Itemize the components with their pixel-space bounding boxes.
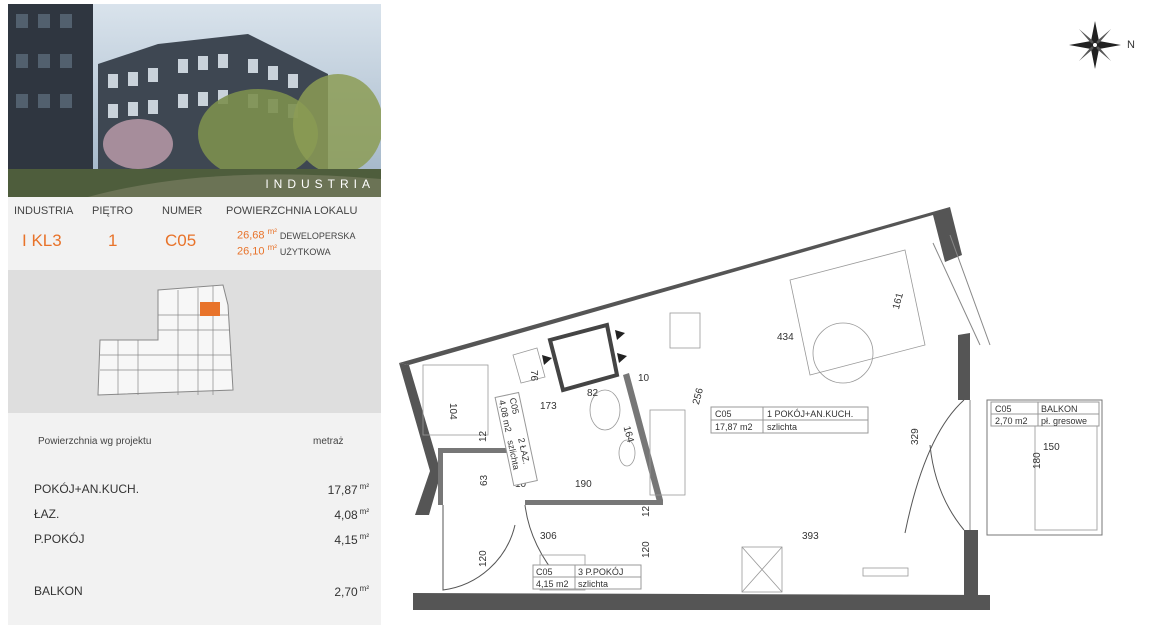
floor-plan: 161 434 256 76 82 10 104 173 164 12 63 1… — [395, 195, 1115, 620]
svg-text:C05: C05 — [536, 567, 553, 577]
unit-highlight — [200, 302, 220, 316]
table-unit-header: metraż — [313, 436, 344, 447]
dim-190: 190 — [575, 479, 592, 490]
unit-info: INDUSTRIA PIĘTRO NUMER POWIERZCHNIA LOKA… — [8, 197, 381, 270]
table-row: ŁAZ. 4,08 m² — [34, 507, 369, 522]
area-table: Powierzchnia wg projektu metraż POKÓJ+AN… — [8, 413, 381, 625]
dim-393: 393 — [802, 531, 819, 542]
svg-text:3 P.POKÓJ: 3 P.POKÓJ — [578, 567, 623, 577]
svg-text:pł. gresowe: pł. gresowe — [1041, 416, 1087, 426]
dim-434: 434 — [777, 332, 794, 343]
dim-76: 76 — [528, 370, 539, 382]
svg-text:szlichta: szlichta — [767, 422, 797, 432]
dim-161: 161 — [891, 291, 906, 310]
dim-10a: 10 — [638, 373, 650, 384]
unit-number: C05 — [165, 231, 197, 250]
floor-key-plan — [8, 270, 381, 413]
left-panel: INDUSTRIA INDUSTRIA PIĘTRO NUMER POWIERZ… — [8, 4, 381, 625]
room-label-bath: C05 2 ŁAZ. 4,08 m2 szlichta — [494, 391, 538, 487]
dim-256: 256 — [691, 387, 706, 406]
dim-173: 173 — [540, 401, 557, 412]
dim-12a: 12 — [478, 430, 489, 442]
svg-text:C05: C05 — [715, 409, 732, 419]
room-label-balcony: C05 BALKON 2,70 m2 pł. gresowe — [990, 401, 1100, 427]
table-row: BALKON 2,70 m² — [34, 584, 369, 599]
compass-rose-icon: N — [1065, 17, 1145, 73]
area-usable: 26,10 m² UŻYTKOWA — [237, 243, 331, 258]
building-code: I KL3 — [22, 231, 62, 250]
dim-329: 329 — [910, 428, 921, 445]
dim-104: 104 — [447, 403, 458, 420]
table-row: POKÓJ+AN.KUCH. 17,87 m² — [34, 482, 369, 497]
table-title: Powierzchnia wg projektu — [38, 436, 152, 447]
table-row: P.POKÓJ 4,15 m² — [34, 532, 369, 547]
svg-text:17,87 m2: 17,87 m2 — [715, 422, 753, 432]
col-label-industria: INDUSTRIA — [14, 205, 74, 217]
dim-82: 82 — [587, 388, 599, 399]
dim-306: 306 — [540, 531, 557, 542]
svg-text:BALKON: BALKON — [1041, 404, 1078, 414]
dim-63: 63 — [479, 474, 490, 486]
dim-120b: 120 — [641, 541, 652, 558]
brand-watermark: INDUSTRIA — [265, 177, 375, 191]
area-developer: 26,68 m² DEWELOPERSKA — [237, 227, 356, 242]
svg-text:1 POKÓJ+AN.KUCH.: 1 POKÓJ+AN.KUCH. — [767, 409, 853, 419]
col-label-area: POWIERZCHNIA LOKALU — [226, 205, 358, 217]
building-photo: INDUSTRIA — [8, 4, 381, 197]
svg-text:szlichta: szlichta — [578, 579, 608, 589]
dim-150: 150 — [1043, 442, 1060, 453]
svg-text:4,15 m2: 4,15 m2 — [536, 579, 569, 589]
svg-text:2,70 m2: 2,70 m2 — [995, 416, 1028, 426]
room-label-main: C05 1 POKÓJ+AN.KUCH. 17,87 m2 szlichta — [710, 406, 869, 434]
floor-number: 1 — [108, 231, 118, 250]
col-label-floor: PIĘTRO — [92, 205, 133, 217]
room-label-hall: C05 3 P.POKÓJ 4,15 m2 szlichta — [532, 564, 642, 590]
svg-text:C05: C05 — [995, 404, 1012, 414]
dim-12b: 12 — [641, 505, 652, 517]
dim-120a: 120 — [478, 550, 489, 567]
dim-180: 180 — [1032, 452, 1043, 469]
col-label-number: NUMER — [162, 205, 203, 217]
shaft — [547, 322, 620, 393]
compass-north-label: N — [1127, 39, 1135, 51]
